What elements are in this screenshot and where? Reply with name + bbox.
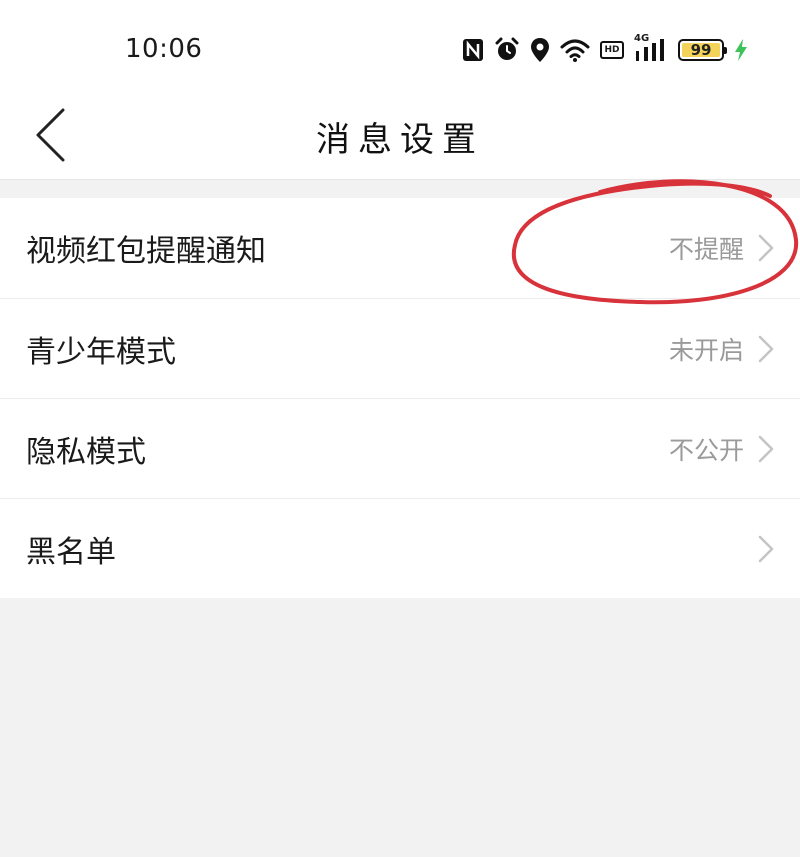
status-bar: 10:06 HD 4G 99 [0,0,800,90]
settings-row-video-redpacket-notify[interactable]: 视频红包提醒通知 不提醒 [0,198,800,298]
settings-row-label: 黑名单 [26,534,116,570]
battery-level: 99 [690,41,712,59]
settings-row-value: 不公开 [668,435,744,465]
battery-icon: 99 [678,39,727,61]
page-title: 消息设置 [316,120,484,160]
settings-row-value: 未开启 [668,335,744,365]
settings-row-value: 不提醒 [668,235,744,264]
settings-list: 视频红包提醒通知 不提醒 青少年模式 未开启 隐私模式 不公开 黑名单 [0,198,800,598]
status-icons: HD 4G 99 [462,33,748,66]
settings-row-privacy-mode[interactable]: 隐私模式 不公开 [0,398,800,498]
alarm-icon [494,37,520,63]
wifi-icon [560,38,590,62]
charging-icon [734,39,748,61]
chevron-right-icon [758,435,774,463]
hd-icon: HD [600,41,624,59]
chevron-right-icon [758,335,774,363]
chevron-right-icon [758,535,774,563]
settings-row-label: 视频红包提醒通知 [26,234,266,269]
nfc-icon [462,38,484,62]
nav-header: 消息设置 [0,90,800,180]
settings-row-label: 隐私模式 [26,434,146,470]
signal-icon: 4G [634,33,668,63]
settings-row-label: 青少年模式 [26,334,176,370]
status-time: 10:06 [125,34,203,64]
settings-row-teen-mode[interactable]: 青少年模式 未开启 [0,298,800,398]
location-icon [530,37,550,63]
chevron-right-icon [758,234,774,262]
settings-row-blacklist[interactable]: 黑名单 [0,498,800,598]
